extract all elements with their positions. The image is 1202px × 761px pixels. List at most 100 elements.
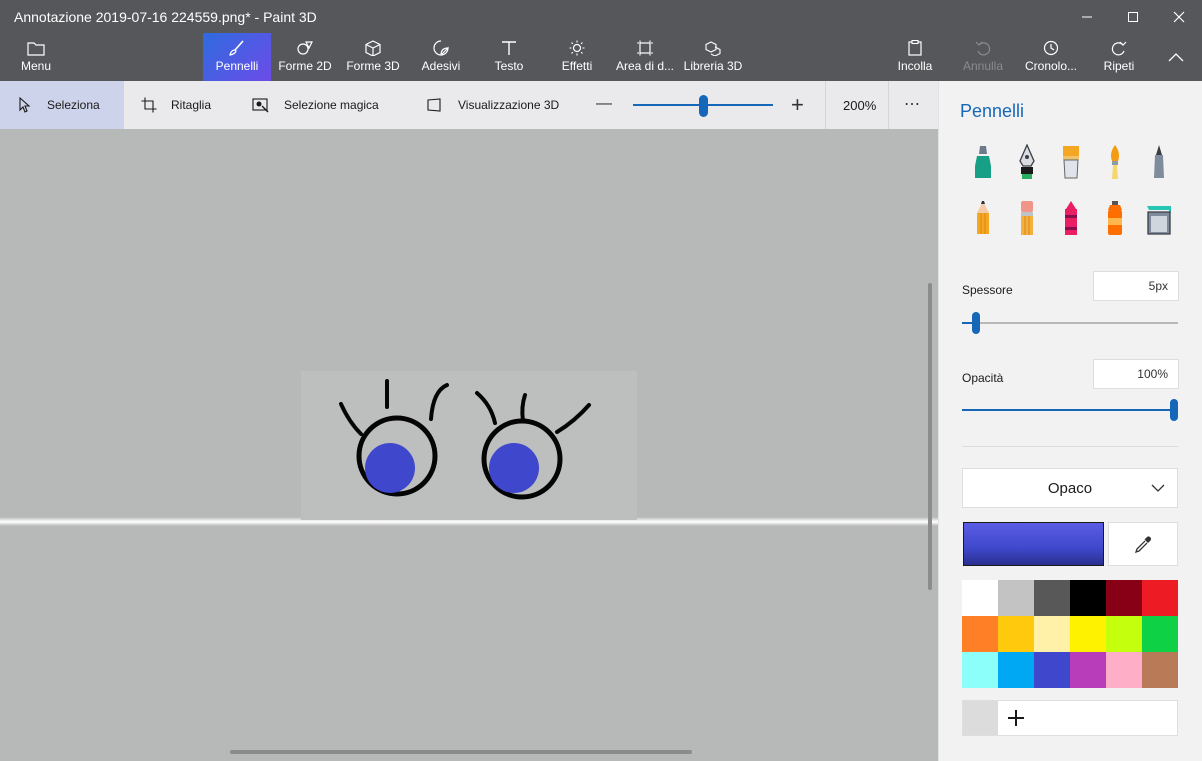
eyedropper-button[interactable] — [1108, 522, 1178, 566]
color-swatch[interactable] — [1070, 616, 1106, 652]
watercolor-icon[interactable] — [1100, 142, 1130, 182]
color-swatch[interactable] — [1106, 616, 1142, 652]
magic-select-icon — [252, 98, 269, 113]
tab-pennelli[interactable]: Pennelli — [203, 33, 271, 81]
history-button[interactable]: Cronolo... — [1020, 33, 1082, 81]
fill-bucket-icon[interactable] — [1144, 198, 1174, 238]
folder-icon — [27, 42, 45, 56]
shapes-2d-icon — [297, 41, 313, 55]
calligraphy-pen-icon[interactable] — [1012, 142, 1042, 182]
tab-libreria-3d[interactable]: Libreria 3D — [682, 33, 744, 81]
magic-select-button[interactable]: Selezione magica — [252, 81, 379, 129]
color-swatch[interactable] — [1070, 580, 1106, 616]
3d-view-label: Visualizzazione 3D — [458, 98, 560, 112]
crop-button[interactable]: Ritaglia — [141, 81, 211, 129]
toolbar: Seleziona Ritaglia Selezione magica Visu… — [0, 81, 938, 129]
selected-color-swatch[interactable] — [963, 522, 1104, 566]
eyelash — [555, 403, 591, 434]
marker-icon[interactable] — [968, 142, 998, 182]
drawing-canvas[interactable] — [301, 371, 637, 520]
zoom-in-button[interactable]: + — [791, 92, 804, 118]
chevron-up-icon — [1168, 53, 1184, 62]
color-swatch[interactable] — [962, 652, 998, 688]
tab-adesivi[interactable]: Adesivi — [410, 33, 472, 81]
crayon-icon[interactable] — [1056, 198, 1086, 238]
thickness-input[interactable]: 5px — [1093, 271, 1179, 301]
left-pupil — [365, 443, 415, 493]
vertical-scrollbar[interactable] — [928, 283, 932, 590]
tab-label: Pennelli — [215, 59, 259, 73]
color-swatch[interactable] — [962, 580, 998, 616]
maximize-button[interactable] — [1110, 0, 1156, 33]
paste-button[interactable]: Incolla — [892, 33, 938, 81]
undo-button[interactable]: Annulla — [958, 33, 1008, 81]
pixel-pen-icon[interactable] — [1144, 142, 1174, 182]
more-options-button[interactable]: ⋯ — [904, 94, 920, 114]
color-swatch[interactable] — [1034, 652, 1070, 688]
color-swatch[interactable] — [1070, 652, 1106, 688]
zoom-out-button[interactable]: — — [596, 95, 612, 113]
color-swatch[interactable] — [998, 580, 1034, 616]
select-button[interactable]: Seleziona — [0, 81, 124, 129]
select-label: Seleziona — [47, 98, 100, 112]
tab-area-di-disegno[interactable]: Area di d... — [612, 33, 678, 81]
panel-divider — [962, 446, 1178, 447]
custom-colors-row — [962, 700, 1178, 736]
tab-label: Forme 2D — [278, 59, 332, 73]
finish-dropdown[interactable]: Opaco — [962, 468, 1178, 508]
toolbar-divider — [888, 81, 889, 129]
minimize-icon — [1082, 16, 1092, 17]
cube-icon — [365, 40, 381, 56]
color-swatch[interactable] — [1106, 580, 1142, 616]
color-swatch[interactable] — [962, 616, 998, 652]
menu-button[interactable]: Menu — [8, 33, 64, 81]
canvas-workspace[interactable] — [0, 129, 938, 761]
color-swatch[interactable] — [1034, 580, 1070, 616]
add-color-button[interactable] — [1003, 705, 1029, 731]
color-swatch[interactable] — [1142, 652, 1178, 688]
opacity-slider-thumb[interactable] — [1170, 399, 1178, 421]
tab-forme-3d[interactable]: Forme 3D — [341, 33, 405, 81]
eyelash — [339, 402, 363, 436]
horizontal-scrollbar[interactable] — [230, 750, 692, 754]
3d-view-icon — [427, 98, 441, 112]
spray-can-icon[interactable] — [1100, 198, 1130, 238]
oil-brush-icon[interactable] — [1056, 142, 1086, 182]
minimize-button[interactable] — [1064, 0, 1110, 33]
color-swatch[interactable] — [998, 652, 1034, 688]
opacity-input[interactable]: 100% — [1093, 359, 1179, 389]
close-icon — [1173, 11, 1185, 22]
collapse-ribbon-button[interactable] — [1158, 33, 1194, 81]
color-swatch[interactable] — [1106, 652, 1142, 688]
tab-testo[interactable]: Testo — [480, 33, 538, 81]
eyelash — [475, 391, 497, 425]
color-swatch[interactable] — [998, 616, 1034, 652]
color-swatch[interactable] — [1142, 616, 1178, 652]
text-icon — [502, 41, 516, 55]
close-button[interactable] — [1156, 0, 1202, 33]
tab-label: Adesivi — [421, 59, 461, 73]
tab-forme-2d[interactable]: Forme 2D — [273, 33, 337, 81]
zoom-slider-thumb[interactable] — [699, 95, 708, 117]
tab-label: Testo — [494, 59, 524, 73]
clipboard-icon — [908, 40, 922, 56]
cursor-icon — [19, 97, 31, 113]
paste-label: Incolla — [897, 59, 933, 73]
tab-label: Area di d... — [615, 59, 675, 73]
tab-effetti[interactable]: Effetti — [548, 33, 606, 81]
zoom-level[interactable]: 200% — [843, 98, 876, 113]
tab-label: Libreria 3D — [683, 59, 743, 73]
effects-sun-icon — [569, 40, 585, 56]
color-swatch[interactable] — [1034, 616, 1070, 652]
eraser-icon[interactable] — [1012, 198, 1042, 238]
redo-button[interactable]: Ripeti — [1098, 33, 1140, 81]
eyelash — [520, 393, 527, 423]
sticker-icon — [433, 40, 449, 56]
custom-color-swatch[interactable] — [963, 701, 998, 735]
color-swatch[interactable] — [1142, 580, 1178, 616]
thickness-slider-track[interactable] — [962, 322, 1178, 324]
3d-view-button[interactable]: Visualizzazione 3D — [426, 81, 559, 129]
pencil-icon[interactable] — [968, 198, 998, 238]
thickness-slider-thumb[interactable] — [972, 312, 980, 334]
right-pupil — [489, 443, 539, 493]
